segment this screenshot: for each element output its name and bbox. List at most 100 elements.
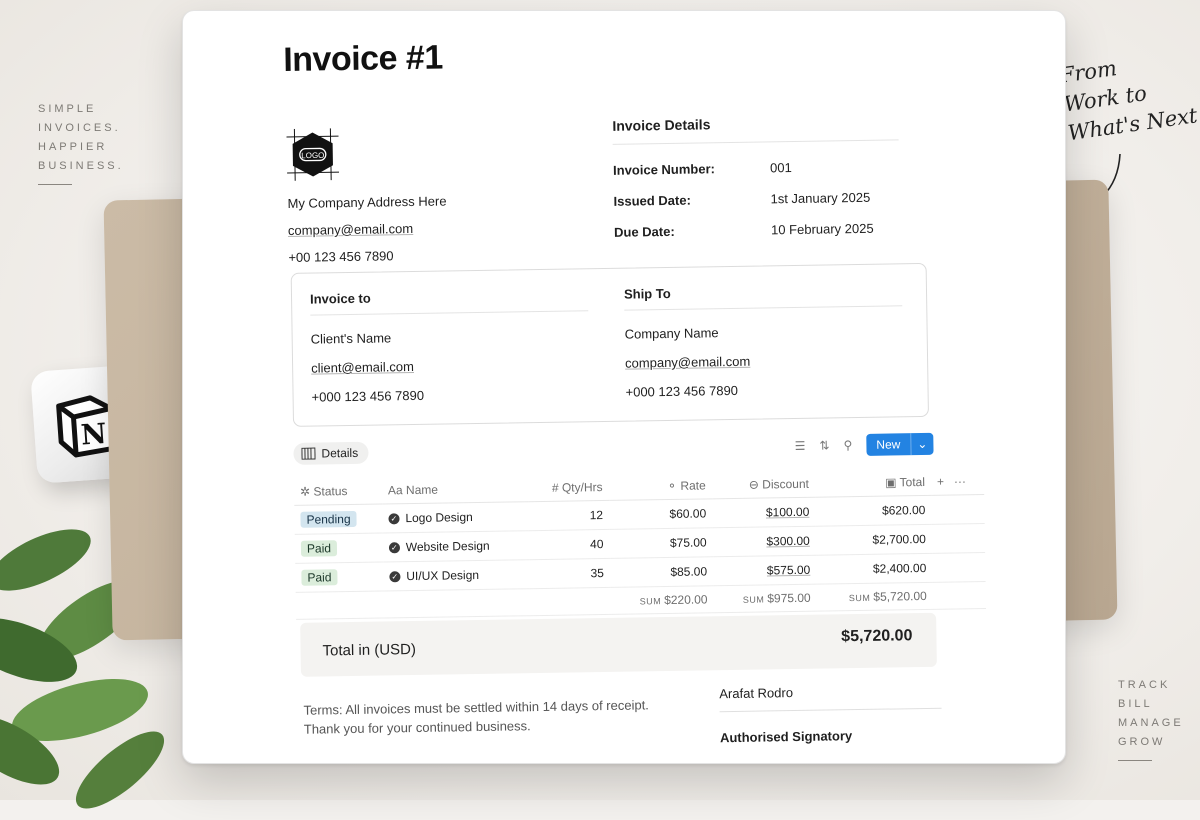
due-date-row: Due Date: 10 February 2025 xyxy=(614,220,900,239)
view-tab-label: Details xyxy=(321,446,358,461)
total-value: $5,720.00 xyxy=(841,627,912,646)
tagline-left: SIMPLE INVOICES. HAPPIER BUSINESS. xyxy=(38,100,124,185)
billing-shipping-box: Invoice to Client's Name client@email.co… xyxy=(291,263,929,427)
client-name: Client's Name xyxy=(311,327,589,346)
client-email-link[interactable]: client@email.com xyxy=(311,356,589,375)
check-circle-icon: ✓ xyxy=(389,572,400,583)
due-date-value: 10 February 2025 xyxy=(771,221,874,238)
item-qty: 12 xyxy=(528,500,609,530)
ship-phone: +000 123 456 7890 xyxy=(625,380,903,399)
status-badge[interactable]: Paid xyxy=(301,569,337,586)
filter-icon[interactable]: ☰ xyxy=(795,439,806,453)
new-button[interactable]: New ⌄ xyxy=(866,433,933,456)
minus-circle-icon: ⊖ xyxy=(749,478,763,492)
invoice-number-value: 001 xyxy=(770,160,792,175)
invoice-content: Invoice #1 LOGO My Company Address Here … xyxy=(283,30,964,80)
item-qty: 35 xyxy=(529,558,610,588)
terms-body: All invoices must be settled within 14 d… xyxy=(304,697,649,736)
tagline-left-line: BUSINESS. xyxy=(38,157,124,176)
database-toolbar: Details ☰ ⇅ ⚲ New ⌄ xyxy=(293,433,933,467)
sum-discount[interactable]: SUM$975.00 xyxy=(713,584,817,613)
svg-text:LOGO: LOGO xyxy=(301,151,324,160)
signature-block: Arafat Rodro Authorised Signatory xyxy=(719,683,942,745)
logo-placeholder-icon: LOGO xyxy=(286,128,339,181)
invoice-sheet: Invoice #1 LOGO My Company Address Here … xyxy=(182,10,1066,764)
check-circle-icon: ✓ xyxy=(389,543,400,554)
ship-company-name: Company Name xyxy=(625,322,903,341)
invoice-number-row: Invoice Number: 001 xyxy=(613,158,899,177)
tagline-right-line: MANAGE xyxy=(1118,714,1184,733)
item-name: UI/UX Design xyxy=(406,568,479,583)
search-icon[interactable]: ⚲ xyxy=(843,438,852,452)
terms-text: Terms: All invoices must be settled with… xyxy=(303,695,654,738)
line-items-table: ✲ Status Aa Name # Qty/Hrs ⚬ Rate ⊖ Disc… xyxy=(294,468,986,620)
cash-icon: ▣ xyxy=(885,475,900,489)
sum-rate[interactable]: SUM$220.00 xyxy=(610,586,714,615)
company-email-link[interactable]: company@email.com xyxy=(288,218,588,238)
invoice-to-section: Invoice to Client's Name client@email.co… xyxy=(310,287,590,418)
column-total[interactable]: ▣ Total xyxy=(815,469,931,497)
tagline-left-line: HAPPIER xyxy=(38,138,124,157)
tagline-rule xyxy=(38,184,72,185)
tagline-right-line: TRACK xyxy=(1118,676,1184,695)
column-qty[interactable]: # Qty/Hrs xyxy=(527,474,608,502)
add-column-icon[interactable]: + xyxy=(937,475,944,489)
total-callout: Total in (USD) $5,720.00 xyxy=(300,613,937,677)
ship-to-heading: Ship To xyxy=(624,282,902,310)
new-button-label: New xyxy=(866,433,910,456)
status-badge[interactable]: Paid xyxy=(301,540,337,557)
item-discount: $300.00 xyxy=(712,526,816,557)
number-type-icon: # xyxy=(552,481,562,495)
item-rate: $60.00 xyxy=(609,499,713,530)
total-label: Total in (USD) xyxy=(322,641,416,659)
signer-role: Authorised Signatory xyxy=(720,727,942,745)
item-discount: $100.00 xyxy=(712,497,816,528)
check-circle-icon: ✓ xyxy=(388,514,399,525)
tagline-right-line: GROW xyxy=(1118,733,1184,752)
issued-date-label: Issued Date: xyxy=(613,191,770,208)
invoice-to-heading: Invoice to xyxy=(310,287,588,315)
column-actions: + ··· xyxy=(931,468,984,495)
column-status[interactable]: ✲ Status xyxy=(294,478,382,506)
item-discount: $575.00 xyxy=(713,555,817,586)
page-title: Invoice #1 xyxy=(283,30,964,80)
invoice-details-heading: Invoice Details xyxy=(612,113,898,144)
issued-date-row: Issued Date: 1st January 2025 xyxy=(613,189,899,208)
company-info: LOGO My Company Address Here company@ema… xyxy=(286,124,588,277)
tagline-left-line: SIMPLE xyxy=(38,100,124,119)
text-type-icon: Aa xyxy=(388,483,406,497)
client-phone: +000 123 456 7890 xyxy=(311,385,589,404)
due-date-label: Due Date: xyxy=(614,222,771,239)
signer-name: Arafat Rodro xyxy=(719,683,941,712)
tagline-rule xyxy=(1118,760,1152,761)
status-badge[interactable]: Pending xyxy=(300,511,356,528)
view-tab-details[interactable]: Details xyxy=(293,442,368,465)
script-slogan: From Work to What's Next xyxy=(1058,44,1199,148)
status-icon: ✲ xyxy=(300,485,314,499)
item-qty: 40 xyxy=(528,529,609,559)
more-options-icon[interactable]: ··· xyxy=(954,474,966,488)
svg-text:N: N xyxy=(80,417,108,452)
item-name: Logo Design xyxy=(405,510,473,525)
terms-label: Terms: xyxy=(303,702,342,718)
sum-total[interactable]: SUM$5,720.00 xyxy=(816,582,932,611)
item-rate: $75.00 xyxy=(609,528,713,559)
sort-icon[interactable]: ⇅ xyxy=(819,438,829,452)
table-view-icon xyxy=(301,448,315,460)
company-phone: +00 123 456 7890 xyxy=(288,245,588,265)
column-discount[interactable]: ⊖ Discount xyxy=(712,471,816,499)
column-rate[interactable]: ⚬ Rate xyxy=(608,472,712,500)
invoice-details: Invoice Details Invoice Number: 001 Issu… xyxy=(612,113,900,255)
item-name: Website Design xyxy=(406,539,490,554)
tagline-right: TRACK BILL MANAGE GROW xyxy=(1118,676,1184,761)
ship-email-link[interactable]: company@email.com xyxy=(625,351,903,370)
ship-to-section: Ship To Company Name company@email.com +… xyxy=(624,282,904,413)
item-rate: $85.00 xyxy=(610,557,714,588)
invoice-number-label: Invoice Number: xyxy=(613,160,770,177)
tagline-right-line: BILL xyxy=(1118,695,1184,714)
item-total: $2,700.00 xyxy=(816,524,933,555)
column-name[interactable]: Aa Name xyxy=(382,475,528,504)
tag-icon: ⚬ xyxy=(667,479,681,493)
chevron-down-icon[interactable]: ⌄ xyxy=(910,433,933,455)
item-total: $2,400.00 xyxy=(816,553,933,584)
